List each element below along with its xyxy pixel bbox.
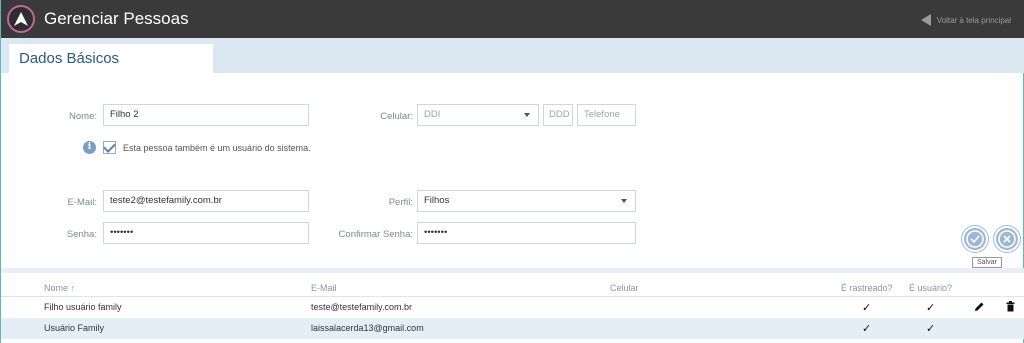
cell-email: teste@testefamily.com.br [311, 302, 412, 312]
system-user-label: Esta pessoa também é um usuário do siste… [123, 142, 311, 153]
cell-usuario: ✓ [926, 323, 936, 335]
tab-dados-basicos[interactable]: Dados Básicos [9, 44, 213, 74]
cell-rastreado: ✓ [862, 323, 872, 335]
chevron-down-icon [524, 113, 530, 117]
tab-strip: Dados Básicos [1, 38, 1024, 74]
cell-email: laissalacerda13@gmail.com [311, 323, 424, 333]
table-header: Nome ↑ E-Mail Celular É rastreado? É usu… [1, 268, 1024, 297]
senha-label: Senha: [66, 229, 97, 240]
confirmar-senha-label: Confirmar Senha: [338, 229, 413, 240]
top-bar: Gerenciar Pessoas Voltar à tela principa… [1, 0, 1024, 38]
back-arrow-icon [920, 14, 931, 26]
checkmark-icon [103, 140, 116, 153]
telefone-input[interactable]: Telefone [577, 104, 636, 126]
app-root: Gerenciar Pessoas Voltar à tela principa… [0, 0, 1024, 343]
tab-label: Dados Básicos [19, 50, 120, 67]
table-row[interactable]: Usuário Family laissalacerda13@gmail.com… [1, 318, 1024, 339]
nome-label: Nome: [69, 111, 97, 122]
celular-label: Celular: [380, 111, 413, 122]
back-link-label: Voltar à tela principal [936, 15, 1011, 25]
info-icon[interactable]: i [83, 141, 96, 154]
email-input[interactable]: teste2@testefamily.com.br [103, 190, 309, 212]
check-circle-icon [966, 230, 984, 248]
user-flag-row: i Esta pessoa também é um usuário do sis… [83, 140, 311, 154]
save-tooltip: Salvar [972, 257, 1002, 268]
column-header-email[interactable]: E-Mail [311, 283, 337, 293]
delete-trash-icon[interactable] [1006, 301, 1015, 312]
ddi-placeholder: DDI [424, 109, 441, 120]
perfil-label: Perfil: [388, 197, 413, 208]
cell-rastreado: ✓ [862, 302, 872, 314]
table-row[interactable]: Filho usuário family teste@testefamily.c… [1, 297, 1024, 318]
cancel-button[interactable] [994, 226, 1020, 252]
cell-nome: Filho usuário family [44, 302, 122, 312]
edit-pencil-icon[interactable] [974, 301, 985, 312]
save-button[interactable] [962, 226, 988, 252]
perfil-value: Filhos [424, 195, 450, 206]
column-header-nome[interactable]: Nome ↑ [44, 283, 75, 293]
app-logo-icon[interactable] [7, 5, 35, 33]
confirmar-senha-input[interactable]: ••••••• [417, 222, 636, 244]
email-label: E-Mail: [67, 197, 97, 208]
close-circle-icon [998, 230, 1016, 248]
chevron-down-icon [621, 199, 627, 203]
cell-usuario: ✓ [926, 302, 936, 314]
column-header-rastreado[interactable]: É rastreado? [841, 283, 893, 293]
cell-nome: Usuário Family [44, 323, 105, 333]
page-title: Gerenciar Pessoas [44, 9, 189, 28]
ddi-select[interactable]: DDI [417, 104, 539, 126]
back-to-main-link[interactable]: Voltar à tela principal [920, 13, 1011, 27]
nome-input[interactable]: Filho 2 [103, 104, 309, 126]
ddd-input[interactable]: DDD [543, 104, 573, 126]
system-user-checkbox[interactable] [103, 140, 116, 154]
perfil-select[interactable]: Filhos [417, 190, 636, 212]
column-header-celular[interactable]: Celular [610, 283, 639, 293]
senha-input[interactable]: ••••••• [103, 222, 309, 244]
column-header-usuario[interactable]: É usuário? [909, 283, 952, 293]
